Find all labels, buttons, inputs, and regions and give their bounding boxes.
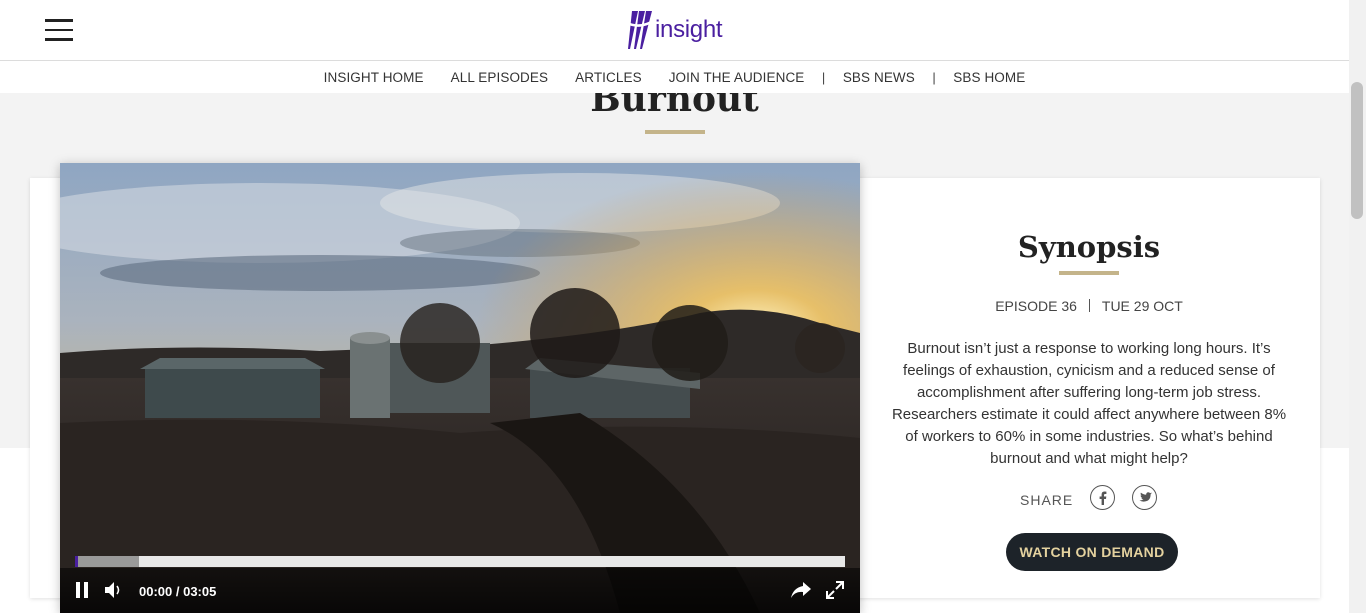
episode-meta: EPISODE 36 TUE 29 OCT	[960, 298, 1218, 314]
episode-date: TUE 29 OCT	[1101, 298, 1183, 314]
main-nav: INSIGHT HOME ALL EPISODES ARTICLES JOIN …	[0, 61, 1349, 93]
menu-icon[interactable]	[45, 19, 73, 41]
share-video-icon[interactable]	[790, 581, 812, 599]
synopsis-description: Burnout isn’t just a response to working…	[891, 340, 1287, 467]
progress-played	[75, 556, 78, 567]
nav-item-sbs-news[interactable]: SBS NEWS	[843, 70, 915, 85]
volume-icon[interactable]	[104, 581, 124, 599]
nav-item-articles[interactable]: ARTICLES	[575, 70, 642, 85]
progress-buffered	[75, 556, 139, 567]
share-label: SHARE	[1020, 492, 1074, 508]
sbs-logo-icon	[626, 11, 654, 49]
video-player[interactable]: 00:00 / 03:05	[60, 163, 860, 613]
page-title: Burnout	[590, 93, 759, 120]
nav-separator: |	[821, 69, 826, 85]
video-controls: 00:00 / 03:05	[60, 568, 860, 613]
facebook-icon[interactable]	[1090, 485, 1115, 510]
title-area: Burnout	[0, 93, 1349, 143]
nav-separator: |	[932, 69, 936, 85]
nav-item-insight-home[interactable]: INSIGHT HOME	[324, 70, 424, 85]
twitter-icon[interactable]	[1132, 485, 1157, 510]
site-header: insight	[0, 0, 1349, 61]
logo-text: insight	[655, 16, 723, 43]
nav-item-join-the-audience[interactable]: JOIN THE AUDIENCE	[669, 70, 805, 85]
fullscreen-icon[interactable]	[826, 581, 844, 599]
video-time: 00:00 / 03:05	[139, 584, 217, 599]
meta-divider	[1088, 299, 1090, 312]
video-frame	[60, 163, 860, 613]
title-underline	[645, 130, 705, 134]
watch-on-demand-button[interactable]: WATCH ON DEMAND	[1006, 533, 1178, 571]
scrollbar-thumb[interactable]	[1351, 82, 1363, 219]
nav-item-all-episodes[interactable]: ALL EPISODES	[451, 70, 549, 85]
insight-logo[interactable]: insight	[626, 8, 723, 52]
nav-item-sbs-home[interactable]: SBS HOME	[953, 70, 1025, 85]
episode-number: EPISODE 36	[995, 298, 1077, 314]
synopsis-underline	[1059, 271, 1119, 275]
progress-bar[interactable]	[75, 556, 845, 567]
pause-icon[interactable]	[75, 581, 89, 599]
synopsis-title: Synopsis	[1017, 230, 1161, 264]
